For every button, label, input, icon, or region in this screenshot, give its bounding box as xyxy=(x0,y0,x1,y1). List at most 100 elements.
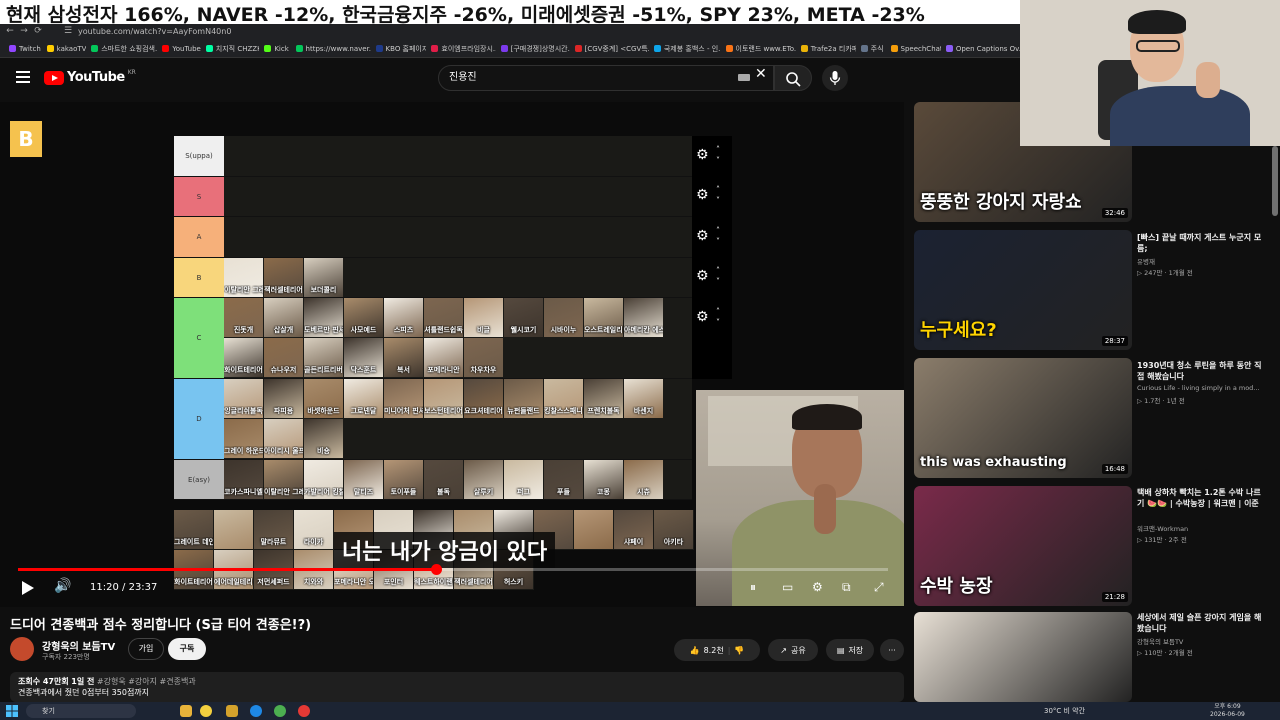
dog-card[interactable]: 삽살개 xyxy=(264,298,303,337)
bookmark-item[interactable]: 이토랜드 www.ETo... xyxy=(721,44,796,54)
bookmark-item[interactable]: 국제봉 홍백스 - 인... xyxy=(649,44,721,54)
hamburger-menu-icon[interactable] xyxy=(16,71,30,83)
bookmark-item[interactable]: Trafe2a 티카페 xyxy=(796,44,856,54)
bookmark-item[interactable]: https://www.naver.c... xyxy=(291,45,371,53)
kakao-icon[interactable] xyxy=(200,705,212,717)
fullscreen-icon[interactable]: ⤢ xyxy=(874,580,884,595)
more-actions-button[interactable]: ··· xyxy=(880,639,904,661)
progress-scrubber-handle[interactable] xyxy=(430,564,442,575)
recorder-icon[interactable] xyxy=(298,705,310,717)
recommendation-title[interactable]: [빠스] 끝날 때까지 게스트 누군지 모름; xyxy=(1137,232,1267,254)
dog-card[interactable]: 샤페이 xyxy=(614,510,653,549)
dog-card[interactable]: 푸들 xyxy=(544,460,583,499)
channel-avatar[interactable] xyxy=(10,637,34,661)
like-icon[interactable]: 👍 xyxy=(690,646,700,655)
play-icon[interactable] xyxy=(22,581,34,595)
dog-card[interactable]: 비글 xyxy=(464,298,503,337)
recommendation-channel[interactable]: Curious Life - living simply in a mod... xyxy=(1137,384,1267,392)
bookmark-item[interactable]: Twitch xyxy=(4,45,42,53)
dog-card[interactable]: 카발리어 킹찰스 xyxy=(304,460,343,499)
bookmark-item[interactable]: YouTube xyxy=(157,45,201,53)
dog-card[interactable]: 요크셔테리어 xyxy=(464,379,503,418)
dog-card[interactable] xyxy=(214,510,253,549)
dog-card[interactable]: 이탈리안 그레이하운드 xyxy=(264,460,303,499)
edge-browser-icon[interactable] xyxy=(250,705,262,717)
keyboard-icon[interactable] xyxy=(738,74,750,81)
description-box[interactable]: 조회수 47만회 1일 전 #강형욱 #강아지 #견종백과 견종백과에서 줬던 … xyxy=(10,672,904,702)
bookmark-item[interactable]: 주식 xyxy=(856,44,886,54)
dog-card[interactable]: 살루키 xyxy=(464,460,503,499)
bookmark-item[interactable]: 치지직 CHZZK xyxy=(201,44,259,54)
tier-settings-gear-icon[interactable]: ⚙ xyxy=(696,147,709,163)
file-explorer-icon[interactable] xyxy=(180,705,192,717)
dog-card[interactable]: 보더콜리 xyxy=(304,258,343,297)
bookmark-item[interactable]: KBO 홈페이지 xyxy=(371,44,426,54)
clear-search-icon[interactable]: ✕ xyxy=(755,66,767,82)
join-button[interactable]: 가입 xyxy=(128,638,164,660)
dog-card[interactable]: 복서 xyxy=(384,338,423,377)
dog-card[interactable]: 아메리칸 에스키모 xyxy=(624,298,663,337)
like-count[interactable]: 8.2천 xyxy=(704,645,724,656)
dog-card[interactable]: 바센지 xyxy=(624,379,663,418)
dog-card[interactable]: 바셋하운드 xyxy=(304,379,343,418)
recommendation-title[interactable]: 1930년대 청소 루틴을 하루 동안 직접 해봤습니다 xyxy=(1137,360,1267,382)
tier-move-arrows-icon[interactable]: ˄ ˅ xyxy=(716,306,720,328)
bookmark-item[interactable]: Open Captions Ov... xyxy=(941,45,1020,53)
dog-card[interactable]: 불독 xyxy=(424,460,463,499)
bookmark-item[interactable]: Kick xyxy=(259,45,290,53)
dog-card[interactable]: 그레이 하운드 xyxy=(224,419,263,458)
dog-card[interactable]: 골든리트리버 xyxy=(304,338,343,377)
dog-card[interactable]: 화이트테리어 xyxy=(224,338,263,377)
dog-card[interactable]: 셔틀랜드쉽독 xyxy=(424,298,463,337)
taskbar-search[interactable]: 찾기 xyxy=(26,704,136,718)
dog-card[interactable]: 슈나우저 xyxy=(264,338,303,377)
dog-card[interactable]: 잉글리쉬불독 xyxy=(224,379,263,418)
bookmark-item[interactable]: [CGV중계] <CGV특... xyxy=(570,44,649,54)
tier-settings-gear-icon[interactable]: ⚙ xyxy=(696,268,709,284)
autoplay-toggle-icon[interactable]: ⏸ xyxy=(750,580,756,595)
reload-icon[interactable]: ⟳ xyxy=(32,26,44,38)
dog-card[interactable]: 포메라니안 xyxy=(424,338,463,377)
dog-card[interactable]: 코카스파니엘 xyxy=(224,460,263,499)
dog-card[interactable]: 파피용 xyxy=(264,379,303,418)
dog-card[interactable]: 비숑 xyxy=(304,419,343,458)
site-info-icon[interactable]: ☰ xyxy=(62,26,74,38)
dog-card[interactable]: 토이푸들 xyxy=(384,460,423,499)
tier-settings-gear-icon[interactable]: ⚙ xyxy=(696,228,709,244)
url-field[interactable]: youtube.com/watch?v=AayFomN40n0 xyxy=(78,27,231,36)
dog-card[interactable]: 그로넨달 xyxy=(344,379,383,418)
recommendation-title[interactable]: 세상에서 제일 슬픈 강아지 게임을 해봤습니다 xyxy=(1137,612,1267,634)
dog-card[interactable]: 잭러셀테리어 xyxy=(264,258,303,297)
dog-card[interactable]: 프렌치불독 xyxy=(584,379,623,418)
windows-start-icon[interactable] xyxy=(6,705,18,717)
dog-card[interactable]: 이탈리안 그레이하운드 xyxy=(224,258,263,297)
dog-card[interactable]: 뉴펀들랜드 xyxy=(504,379,543,418)
bookmark-item[interactable]: kakaoTV xyxy=(42,45,86,53)
tier-settings-gear-icon[interactable]: ⚙ xyxy=(696,309,709,325)
page-scrollbar[interactable] xyxy=(1272,146,1278,216)
tier-move-arrows-icon[interactable]: ˄ ˅ xyxy=(716,265,720,287)
recommendation-title[interactable]: 택배 상하차 빡치는 1.2톤 수박 나르기 🍉🍉 | 수박농장 | 워크맨 |… xyxy=(1137,487,1267,509)
share-button[interactable]: ↗ 공유 xyxy=(768,639,818,661)
chrome-browser-icon[interactable] xyxy=(274,705,286,717)
dislike-icon[interactable]: 👎 xyxy=(734,646,744,655)
tier-move-arrows-icon[interactable]: ˄ ˅ xyxy=(716,144,720,166)
dog-card[interactable]: 아키타 xyxy=(654,510,693,549)
dog-card[interactable] xyxy=(574,510,613,549)
dog-card[interactable]: 웰시코기 xyxy=(504,298,543,337)
dog-card[interactable]: 말라뮤트 xyxy=(254,510,293,549)
dog-card[interactable]: 차우차우 xyxy=(464,338,503,377)
youtube-logo[interactable]: YouTube KR xyxy=(44,69,136,85)
recommendation-thumbnail[interactable]: this was exhausting 16:48 xyxy=(914,358,1132,478)
save-button[interactable]: ▤ 저장 xyxy=(826,639,874,661)
settings-gear-icon[interactable]: ⚙ xyxy=(812,580,823,594)
bookmark-item[interactable]: SpeechChat xyxy=(886,45,941,53)
hashtags[interactable]: #강형욱 #강아지 #견종백과 xyxy=(97,677,196,686)
back-icon[interactable]: ← xyxy=(4,26,16,38)
forward-icon[interactable]: → xyxy=(18,26,30,38)
dog-card[interactable]: 라이카 xyxy=(294,510,333,549)
channel-name[interactable]: 강형욱의 보듬TV xyxy=(42,638,115,653)
subscribe-button[interactable]: 구독 xyxy=(168,638,206,660)
recommendation-thumbnail[interactable]: 누구세요? 28:37 xyxy=(914,230,1132,350)
dog-card[interactable]: 말티즈 xyxy=(344,460,383,499)
